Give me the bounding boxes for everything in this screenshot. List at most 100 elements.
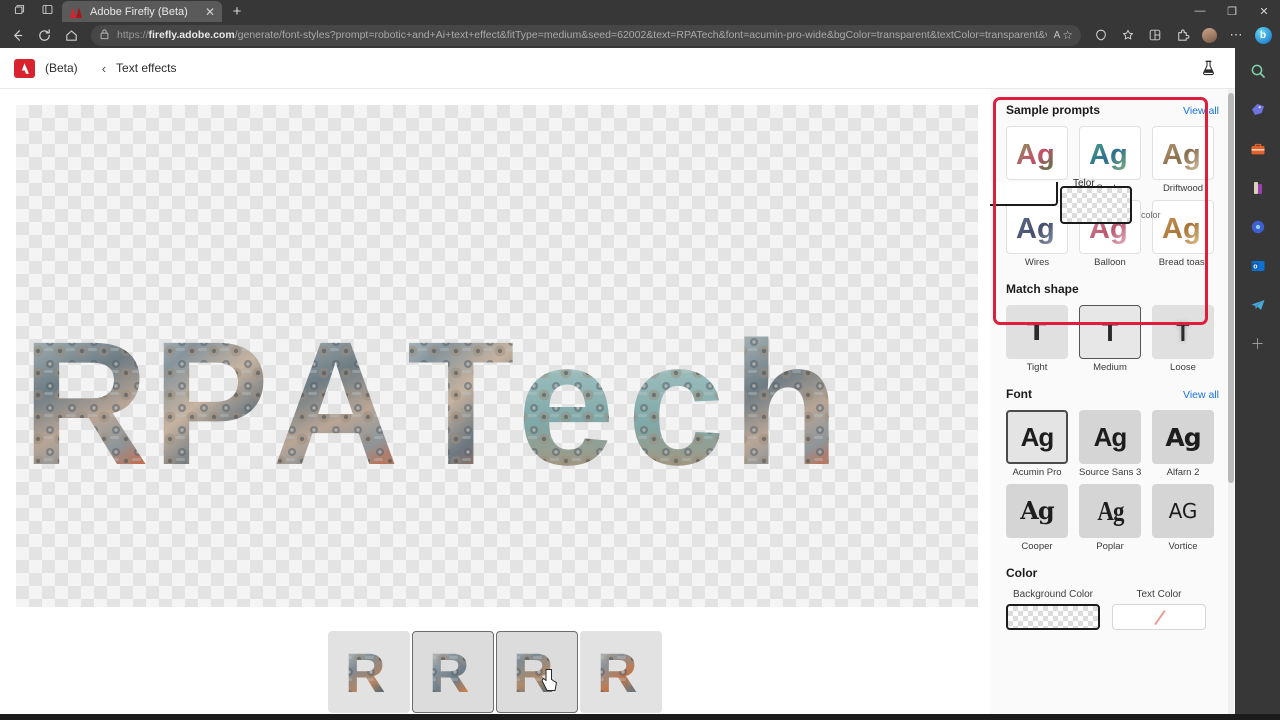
text-color-swatch[interactable]	[1112, 604, 1206, 630]
url-scheme: https://	[117, 29, 149, 41]
firefly-favicon	[70, 6, 84, 18]
color-tooltip-tertiary: color	[1141, 210, 1161, 220]
address-bar[interactable]: https://firefly.adobe.com/generate/font-…	[91, 24, 1081, 46]
close-icon[interactable]: ✕	[202, 4, 218, 20]
font-source-sans-3[interactable]: Ag Source Sans 3	[1079, 410, 1141, 478]
font-glyph: Ag	[1165, 422, 1201, 452]
outlook-icon[interactable]: o	[1245, 253, 1271, 279]
text-color-control[interactable]: Text Color	[1112, 589, 1206, 630]
browser-essentials-icon[interactable]	[1142, 24, 1168, 46]
variant-thumbnail-4[interactable]: R R R	[580, 631, 662, 713]
tab-list-icon[interactable]	[34, 0, 60, 22]
collections-icon[interactable]	[1115, 24, 1141, 46]
read-aloud-icon[interactable]: A	[1054, 30, 1061, 41]
games-icon[interactable]	[1245, 175, 1271, 201]
background-color-swatch[interactable]	[1006, 604, 1100, 630]
color-popover-edge	[990, 182, 1058, 206]
font-glyph: Ag	[1020, 422, 1055, 452]
sample-thumb: Ag	[1006, 200, 1068, 254]
svg-text:R: R	[345, 644, 385, 700]
variant-thumbnail-3[interactable]: R R R	[496, 631, 578, 713]
font-label: Source Sans 3	[1079, 467, 1142, 478]
settings-more-icon[interactable]: ⋯	[1223, 24, 1249, 46]
maximize-button[interactable]: ❐	[1216, 0, 1248, 22]
background-color-control[interactable]: Background Color	[1006, 589, 1100, 630]
shape-thumb: T	[1152, 305, 1214, 359]
font-label: Alfarn 2	[1166, 467, 1200, 478]
minimize-button[interactable]: —	[1184, 0, 1216, 22]
back-button[interactable]	[4, 24, 30, 46]
flask-icon[interactable]	[1195, 55, 1221, 81]
browser-tab[interactable]: Adobe Firefly (Beta) ✕	[62, 1, 222, 22]
color-header: Color	[1006, 566, 1219, 580]
color-row: Background Color Text Color	[1006, 589, 1219, 630]
sample-prompt-wires[interactable]: Ag Wires	[1006, 200, 1068, 268]
close-window-button[interactable]: ✕	[1248, 0, 1280, 22]
variant-glyph: R R	[429, 644, 469, 700]
text-color-label: Text Color	[1136, 589, 1182, 600]
sample-prompt-label: Balloon	[1094, 257, 1126, 268]
firefly-body: R R P P A A T T e e c c h h R R R R R R …	[0, 89, 1235, 720]
font-glyph: AG	[1168, 499, 1198, 523]
shopping-icon[interactable]	[1245, 97, 1271, 123]
adobe-logo[interactable]	[14, 58, 35, 78]
edge-sidebar: o ＋	[1235, 48, 1280, 720]
avatar[interactable]	[1196, 24, 1222, 46]
url-text: https://firefly.adobe.com/generate/font-…	[117, 29, 1047, 41]
match-shape-medium[interactable]: T Medium	[1079, 305, 1141, 373]
url-host: firefly.adobe.com	[148, 29, 235, 41]
match-shape-label: Medium	[1093, 362, 1127, 373]
new-tab-button[interactable]: +	[224, 1, 250, 22]
web-page: (Beta) ‹ Text effects R R P P A A T T e …	[0, 48, 1235, 720]
font-acumin-pro[interactable]: Ag Acumin Pro	[1006, 410, 1068, 478]
variant-glyph: R R	[597, 644, 637, 700]
color-section: Color Background Color Text Color Telor …	[990, 178, 1219, 630]
bing-copilot-icon[interactable]: b	[1250, 24, 1276, 46]
match-shape-header: Match shape	[1006, 282, 1219, 296]
variant-glyph: R R	[345, 644, 385, 700]
tab-strip: Adobe Firefly (Beta) ✕ + — ❐ ✕	[0, 0, 1280, 22]
back-chevron-icon[interactable]: ‹	[102, 61, 106, 76]
search-icon[interactable]	[1245, 58, 1271, 84]
tab-actions-icon[interactable]	[6, 0, 32, 22]
sample-prompt-label: Wires	[1024, 257, 1050, 268]
variant-thumbnail-1[interactable]: R R R	[328, 631, 410, 713]
extensions-icon[interactable]	[1169, 24, 1195, 46]
font-poplar[interactable]: Ag Poplar	[1079, 484, 1141, 552]
match-shape-grid: T Tight T Medium T Loose	[1006, 305, 1219, 373]
browser-window: Adobe Firefly (Beta) ✕ + — ❐ ✕ https://f…	[0, 0, 1280, 720]
url-path: /generate/font-styles?prompt=robotic+and…	[234, 29, 1047, 41]
tools-icon[interactable]	[1245, 136, 1271, 162]
color-picker-popover[interactable]	[1060, 186, 1132, 224]
match-shape-title: Match shape	[1006, 282, 1079, 296]
copilot-split-icon[interactable]	[1088, 24, 1114, 46]
image-creator-icon[interactable]	[1245, 214, 1271, 240]
sample-prompts-view-all-link[interactable]: View all	[1183, 105, 1219, 117]
panel-scrollbar-thumb[interactable]	[1228, 93, 1234, 483]
font-vortice[interactable]: AG Vortice	[1152, 484, 1214, 552]
reload-button[interactable]	[31, 24, 57, 46]
font-label: Vortice	[1168, 541, 1198, 552]
mouse-cursor-icon	[541, 669, 558, 691]
font-view-all-link[interactable]: View all	[1183, 389, 1219, 401]
sample-prompt-driftwood[interactable]: Ag Driftwood	[1152, 126, 1214, 194]
font-alfarn-2[interactable]: Ag Alfarn 2	[1152, 410, 1214, 478]
font-header: Font View all	[1006, 387, 1219, 401]
svg-text:o: o	[1253, 264, 1257, 271]
variant-thumbnail-2[interactable]: R R R	[412, 631, 494, 713]
shape-glyph: T	[1176, 316, 1190, 347]
home-button[interactable]	[58, 24, 84, 46]
svg-text:Ag: Ag	[1162, 213, 1201, 245]
font-section: Font View all Ag Acumin Pro Ag Source Sa…	[1006, 387, 1219, 552]
add-icon[interactable]: ＋	[1245, 331, 1271, 357]
font-thumb: Ag	[1006, 484, 1068, 538]
favorite-star-icon[interactable]: ☆	[1062, 28, 1073, 42]
font-cooper[interactable]: Ag Cooper	[1006, 484, 1068, 552]
font-title: Font	[1006, 387, 1032, 401]
font-label: Acumin Pro	[1012, 467, 1062, 478]
font-label: Cooper	[1021, 541, 1053, 552]
match-shape-loose[interactable]: T Loose	[1152, 305, 1214, 373]
svg-text:R: R	[597, 644, 637, 700]
telegram-icon[interactable]	[1245, 292, 1271, 318]
match-shape-tight[interactable]: T Tight	[1006, 305, 1068, 373]
